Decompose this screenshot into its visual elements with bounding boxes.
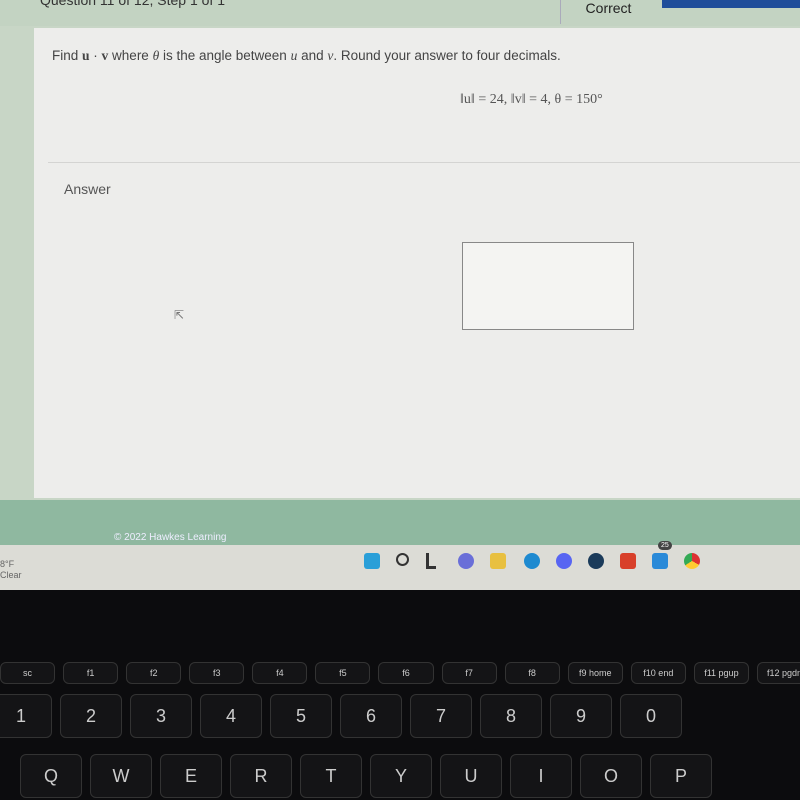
key[interactable]: E	[160, 754, 222, 798]
key[interactable]: f3	[189, 662, 245, 684]
key[interactable]: f9 home	[567, 662, 623, 684]
windows-start-icon[interactable]	[364, 553, 380, 569]
key[interactable]: 4	[200, 694, 262, 738]
question-text: Find u · v where θ is the angle between …	[52, 48, 561, 63]
key[interactable]: sc	[0, 662, 56, 684]
key[interactable]: P	[650, 754, 712, 798]
given-values: ‖u‖ = 24, ‖v‖ = 4, θ = 150°	[460, 92, 603, 107]
key[interactable]: f6	[378, 662, 434, 684]
key[interactable]: T	[300, 754, 362, 798]
key[interactable]: f8	[504, 662, 560, 684]
chrome-icon[interactable]	[684, 553, 700, 569]
key[interactable]: f1	[63, 662, 119, 684]
key[interactable]: Q	[20, 754, 82, 798]
weather-widget[interactable]: 8°F Clear	[0, 559, 22, 581]
office-icon[interactable]	[620, 553, 636, 569]
key[interactable]: Y	[370, 754, 432, 798]
key[interactable]: 0	[620, 694, 682, 738]
key[interactable]: U	[440, 754, 502, 798]
key[interactable]: 5	[270, 694, 332, 738]
divider	[48, 162, 800, 163]
key[interactable]: 8	[480, 694, 542, 738]
steam-icon[interactable]	[588, 553, 604, 569]
key[interactable]: 9	[550, 694, 612, 738]
answer-input[interactable]	[462, 242, 634, 330]
teams-chat-icon[interactable]	[458, 553, 474, 569]
widgets-icon[interactable]	[426, 553, 436, 569]
question-title: Question 11 of 12, Step 1 of 1	[40, 0, 225, 8]
key[interactable]: 7	[410, 694, 472, 738]
laptop-screen: Question 11 of 12, Step 1 of 1 Correct F…	[0, 0, 800, 590]
key[interactable]: 1	[0, 694, 52, 738]
answer-label: Answer	[64, 181, 111, 197]
discord-icon[interactable]	[556, 553, 572, 569]
copyright: © 2022 Hawkes Learning	[114, 532, 227, 543]
key[interactable]: f11 pgup	[693, 662, 749, 684]
key[interactable]: f5	[315, 662, 371, 684]
key[interactable]: W	[90, 754, 152, 798]
key[interactable]: f10 end	[630, 662, 686, 684]
key[interactable]: f7	[441, 662, 497, 684]
edge-icon[interactable]	[524, 553, 540, 569]
key[interactable]: I	[510, 754, 572, 798]
question-card: Find u · v where θ is the angle between …	[34, 28, 800, 498]
key[interactable]: O	[580, 754, 642, 798]
key[interactable]: f4	[252, 662, 308, 684]
mail-badge: 25	[658, 541, 672, 550]
key[interactable]: f2	[126, 662, 182, 684]
question-header: Question 11 of 12, Step 1 of 1 Correct	[0, 0, 800, 26]
mouse-cursor-icon: ⇱	[174, 308, 185, 322]
file-explorer-icon[interactable]	[490, 553, 506, 569]
search-icon[interactable]	[396, 553, 409, 566]
taskbar: 8°F Clear 25	[0, 541, 800, 590]
key[interactable]: f12 pgdn	[756, 662, 800, 684]
next-button[interactable]	[662, 0, 800, 8]
key[interactable]: R	[230, 754, 292, 798]
key[interactable]: 6	[340, 694, 402, 738]
mail-icon[interactable]	[652, 553, 668, 569]
key[interactable]: 2	[60, 694, 122, 738]
key[interactable]: 3	[130, 694, 192, 738]
status-correct: Correct	[560, 0, 656, 24]
